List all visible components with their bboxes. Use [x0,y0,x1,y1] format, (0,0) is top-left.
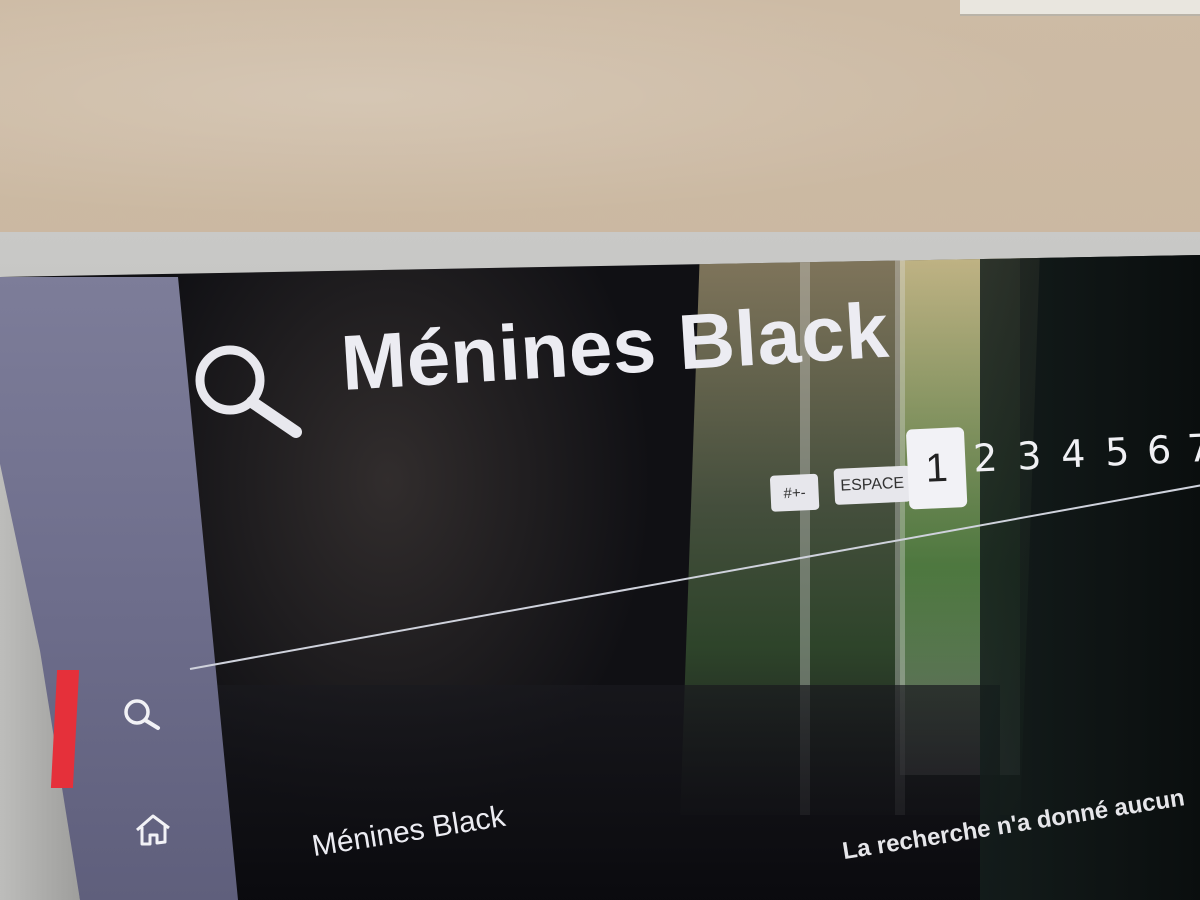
digit-key[interactable]: 6 [1146,428,1172,473]
digit-key[interactable]: 7 [1186,426,1200,471]
home-icon [136,814,170,846]
digit-key[interactable]: 2 [972,436,998,481]
search-icon [124,699,160,730]
wall-background [0,0,1200,240]
space-key[interactable]: ESPACE [833,465,912,505]
symbols-key[interactable]: #+- [769,473,820,512]
digit-key[interactable]: 5 [1104,430,1130,475]
digit-key[interactable]: 4 [1060,432,1086,477]
digit-key[interactable]: 3 [1016,434,1042,479]
digit-key-selected[interactable]: 1 [905,427,968,510]
wall-fixture [960,0,1200,16]
search-icon [195,345,302,438]
screen-reflection-floor [180,685,1000,900]
sidebar-item-search[interactable] [120,694,162,736]
sidebar-item-home[interactable] [133,810,175,852]
